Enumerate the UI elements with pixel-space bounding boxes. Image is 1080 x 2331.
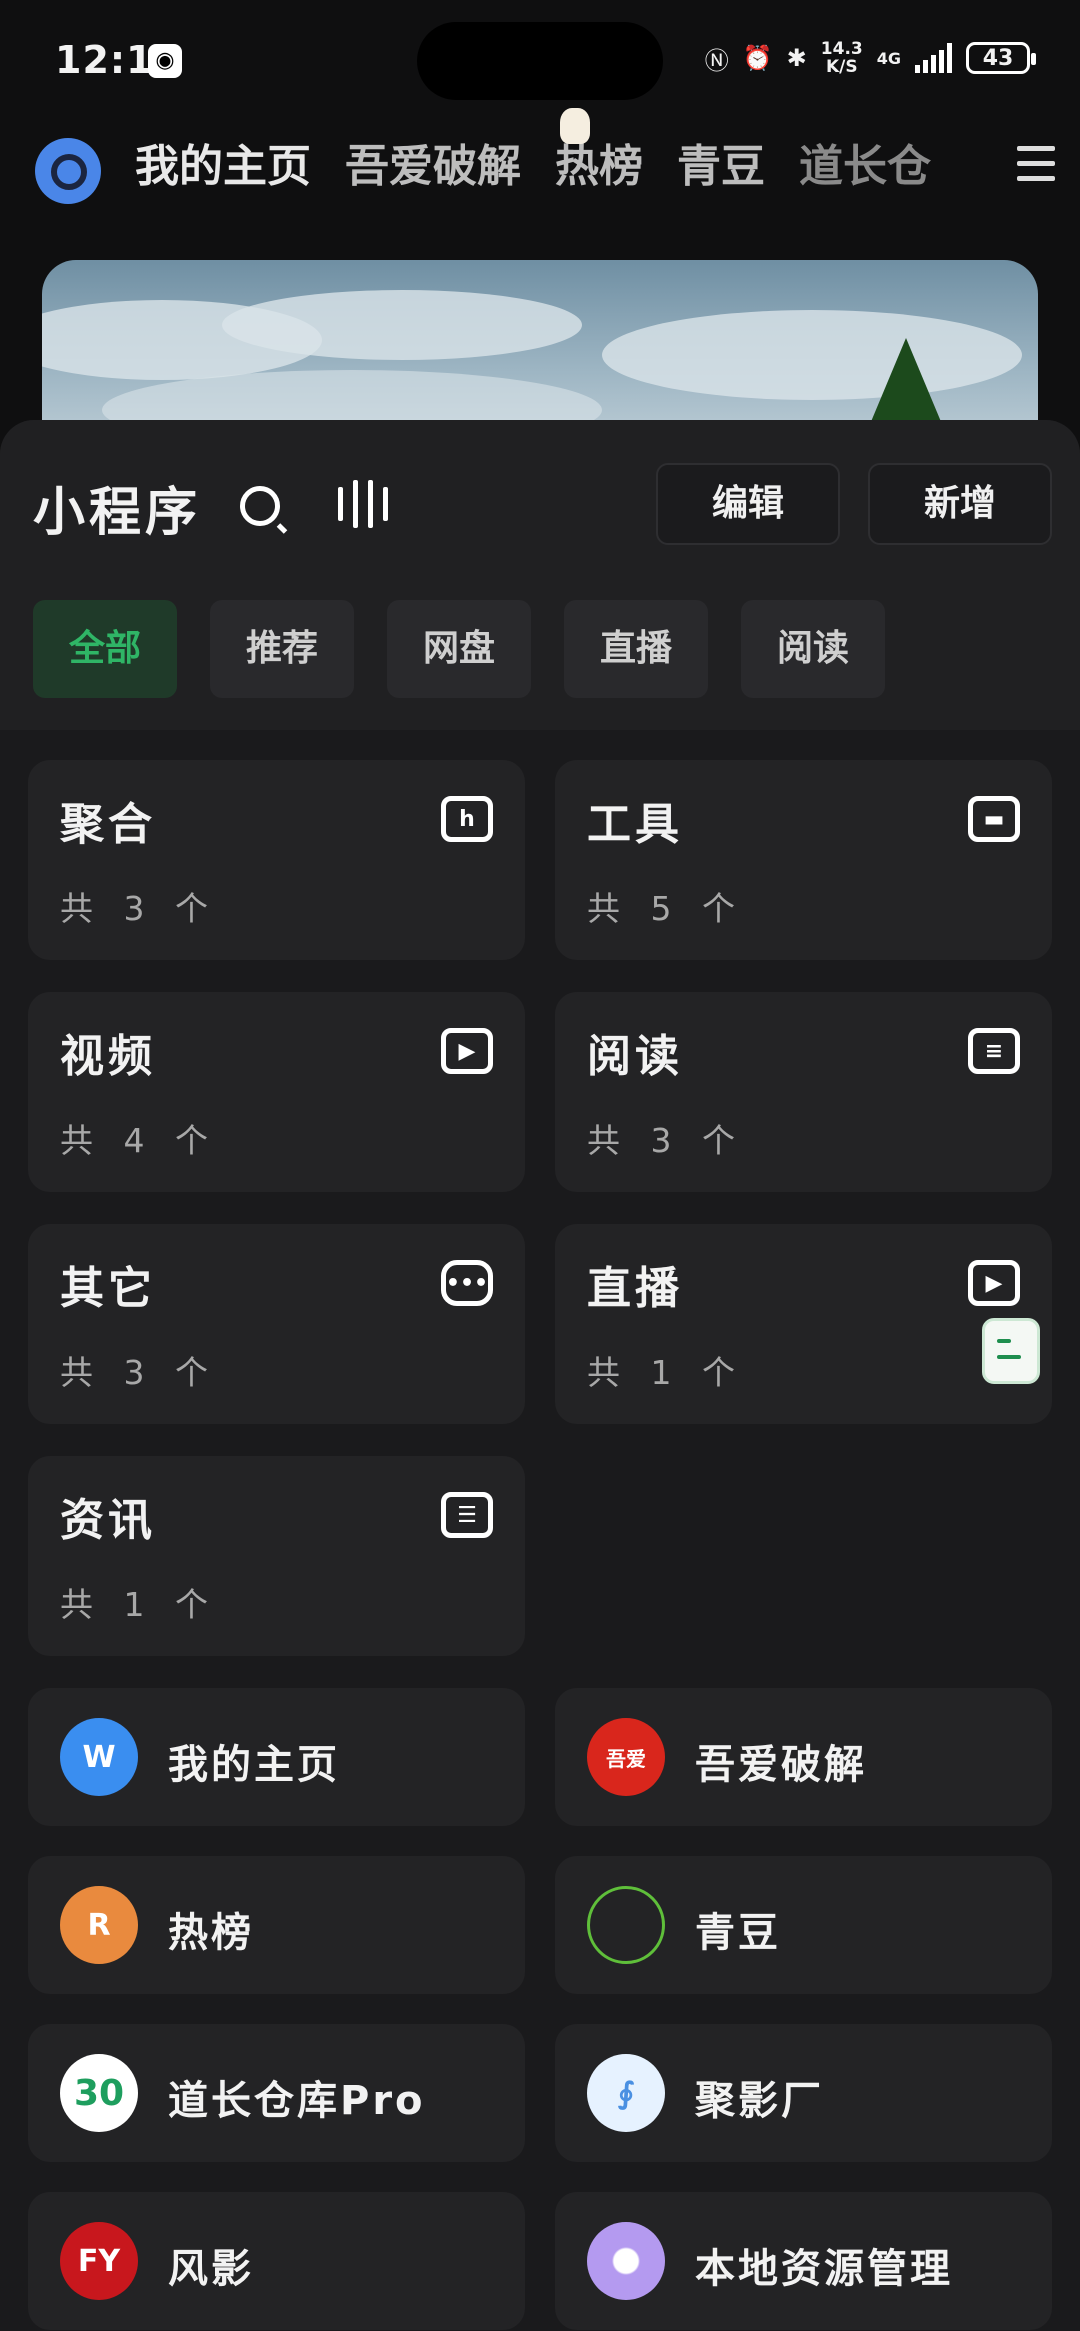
app-avatar-icon: 吾爱 (587, 1718, 665, 1796)
bean-icon (587, 1886, 665, 1964)
category-card-aggregate[interactable]: 聚合 共 3 个 h (28, 760, 525, 960)
sheet-title: 小程序 (33, 483, 202, 543)
top-nav: 我的主页 吾爱破解 热榜 青豆 道长仓 (35, 130, 1055, 210)
circle-icon (587, 2222, 665, 2300)
app-item-local-resources[interactable]: 本地资源管理 (555, 2192, 1052, 2330)
system-icons: Ⓝ ⏰ ✱ 14.3 K/S 4G 43 (704, 39, 1036, 77)
floating-note-icon[interactable] (982, 1318, 1040, 1384)
app-item-fengying[interactable]: FY 风影 (28, 2192, 525, 2330)
toolbox-icon: ▬ (968, 796, 1020, 842)
signal-icon (915, 43, 952, 73)
tab-home[interactable]: 我的主页 (135, 130, 311, 194)
app-avatar-icon: 30 (60, 2054, 138, 2132)
app-item-daozhang[interactable]: 30 道长仓库Pro (28, 2024, 525, 2162)
battery-icon: 43 (966, 42, 1036, 74)
app-avatar-icon: W (60, 1718, 138, 1796)
app-item-home[interactable]: W 我的主页 (28, 1688, 525, 1826)
network-type: 4G (876, 48, 901, 68)
alarm-icon: ⏰ (742, 44, 773, 72)
chip-all[interactable]: 全部 (33, 600, 177, 698)
qq-notification-icon: ◉ (148, 44, 182, 78)
tab-qingdou[interactable]: 青豆 (677, 130, 765, 194)
mini-programs-sheet: 小程序 编辑 新增 全部 推荐 网盘 直播 阅读 聚合 共 3 个 h 工具 共… (0, 420, 1080, 2331)
tab-52pojie[interactable]: 吾爱破解 (345, 130, 521, 194)
app-avatar-icon: FY (60, 2222, 138, 2300)
camera-island (417, 22, 663, 100)
app-item-hot[interactable]: R 热榜 (28, 1856, 525, 1994)
edit-button[interactable]: 编辑 (656, 463, 840, 545)
news-icon: ☰ (441, 1492, 493, 1538)
more-icon: ••• (441, 1260, 493, 1306)
category-chips: 全部 推荐 网盘 直播 阅读 (33, 600, 885, 698)
bluetooth-icon: ✱ (786, 44, 807, 72)
category-card-other[interactable]: 其它 共 3 个 ••• (28, 1224, 525, 1424)
category-card-reading[interactable]: 阅读 共 3 个 ≡ (555, 992, 1052, 1192)
chip-netdisk[interactable]: 网盘 (387, 600, 531, 698)
hamburger-menu-icon[interactable] (1017, 146, 1055, 190)
link-icon: ∮ (587, 2054, 665, 2132)
book-icon: ≡ (968, 1028, 1020, 1074)
add-button[interactable]: 新增 (868, 463, 1052, 545)
network-speed: 14.3 K/S (820, 39, 863, 77)
app-item-juyingchang[interactable]: ∮ 聚影厂 (555, 2024, 1052, 2162)
sort-bars-icon[interactable] (338, 480, 388, 528)
category-card-live[interactable]: 直播 共 1 个 ▶ (555, 1224, 1052, 1424)
chip-recommended[interactable]: 推荐 (210, 600, 354, 698)
sheet-header: 小程序 编辑 新增 全部 推荐 网盘 直播 阅读 (0, 420, 1080, 730)
app-item-52pojie[interactable]: 吾爱 吾爱破解 (555, 1688, 1052, 1826)
mascot-graphic (560, 108, 590, 144)
chip-live[interactable]: 直播 (564, 600, 708, 698)
nfc-icon: Ⓝ (704, 46, 729, 75)
app-item-qingdou[interactable]: 青豆 (555, 1856, 1052, 1994)
tv-icon: ▶ (968, 1260, 1020, 1306)
search-icon[interactable] (240, 486, 280, 526)
tab-daozhang[interactable]: 道长仓 (799, 130, 931, 194)
app-logo-icon[interactable] (35, 138, 101, 204)
category-card-tools[interactable]: 工具 共 5 个 ▬ (555, 760, 1052, 960)
status-bar: 12:13 ◉ Ⓝ ⏰ ✱ 14.3 K/S 4G 43 (0, 0, 1080, 120)
h-box-icon: h (441, 796, 493, 842)
category-card-news[interactable]: 资讯 共 1 个 ☰ (28, 1456, 525, 1656)
category-card-video[interactable]: 视频 共 4 个 ▶ (28, 992, 525, 1192)
chip-reading[interactable]: 阅读 (741, 600, 885, 698)
app-avatar-icon: R (60, 1886, 138, 1964)
play-icon: ▶ (441, 1028, 493, 1074)
